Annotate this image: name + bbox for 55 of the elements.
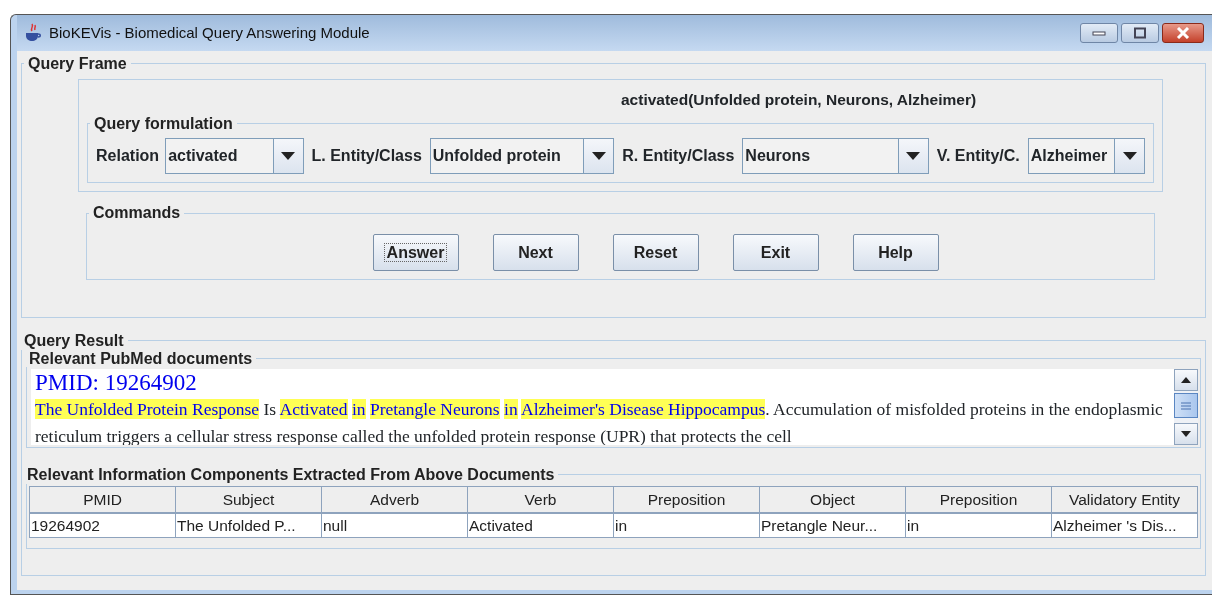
field-label: V. Entity/C. bbox=[936, 146, 1020, 167]
table-cell: null bbox=[321, 513, 468, 538]
caret-icon bbox=[281, 152, 296, 161]
scroll-down-button[interactable] bbox=[1174, 423, 1198, 446]
query-expression: activated(Unfolded protein, Neurons, Alzheimer) bbox=[621, 89, 978, 110]
table-cell: 19264902 bbox=[29, 513, 176, 538]
table-cell: Activated bbox=[467, 513, 614, 538]
panel-title: Relevant PubMed documents bbox=[28, 349, 254, 368]
panel-title: Query formulation bbox=[93, 114, 234, 133]
panel-title: Query Frame bbox=[27, 55, 128, 73]
dropdown[interactable]: activated bbox=[165, 138, 304, 175]
dropdown[interactable]: Neurons bbox=[742, 138, 929, 175]
scroll-up-button[interactable] bbox=[1174, 369, 1198, 392]
command-button[interactable]: Exit bbox=[732, 234, 819, 272]
column-header[interactable]: Verb bbox=[467, 486, 614, 514]
command-button[interactable]: Next bbox=[492, 234, 579, 272]
close-button[interactable] bbox=[1162, 23, 1204, 43]
field-label: R. Entity/Class bbox=[622, 146, 735, 167]
field-label: Relation bbox=[96, 146, 160, 167]
grip-icon bbox=[1180, 401, 1192, 410]
column-header[interactable]: Subject bbox=[175, 486, 322, 514]
caret-icon bbox=[591, 152, 606, 161]
column-header[interactable]: PMID bbox=[29, 486, 176, 514]
column-header[interactable]: Validatory Entity bbox=[1051, 486, 1198, 514]
minimize-icon bbox=[1092, 30, 1106, 36]
coffee-cup-icon bbox=[23, 23, 43, 43]
panel-title: Relevant Information Components Extracted From Above Documents bbox=[26, 466, 556, 484]
command-button[interactable]: Help bbox=[852, 234, 939, 272]
window-title: BioKEVis - Biomedical Query Answering Module bbox=[49, 22, 370, 43]
table-cell: Alzheimer 's Dis... bbox=[1051, 513, 1198, 538]
column-header[interactable]: Preposition bbox=[905, 486, 1052, 514]
table-cell: in bbox=[905, 513, 1052, 538]
table-cell: in bbox=[613, 513, 760, 538]
command-button[interactable]: Reset bbox=[612, 234, 699, 272]
dropdown[interactable]: Unfolded protein bbox=[429, 138, 615, 175]
caret-icon bbox=[1122, 152, 1137, 161]
column-header[interactable]: Adverb bbox=[321, 486, 468, 514]
column-header[interactable]: Object bbox=[759, 486, 906, 514]
panel-title: Commands bbox=[92, 204, 182, 223]
close-icon bbox=[1176, 27, 1190, 39]
panel-title: Query Result bbox=[23, 332, 125, 350]
table-cell: Pretangle Neur... bbox=[759, 513, 906, 538]
scrollbar[interactable] bbox=[1174, 369, 1198, 446]
table-cell: The Unfolded P... bbox=[175, 513, 322, 538]
document-heading: PMID: 19264902 bbox=[35, 369, 198, 397]
field-label: L. Entity/Class bbox=[311, 146, 422, 167]
scroll-thumb[interactable] bbox=[1174, 393, 1198, 419]
maximize-button[interactable] bbox=[1121, 23, 1159, 43]
command-button[interactable]: Answer bbox=[372, 234, 459, 272]
caret-icon bbox=[906, 152, 921, 161]
column-header[interactable]: Preposition bbox=[613, 486, 760, 514]
maximize-icon bbox=[1133, 27, 1147, 39]
up-arrow-icon bbox=[1181, 377, 1191, 384]
down-arrow-icon bbox=[1181, 431, 1191, 438]
dropdown[interactable]: Alzheimer bbox=[1027, 138, 1145, 175]
